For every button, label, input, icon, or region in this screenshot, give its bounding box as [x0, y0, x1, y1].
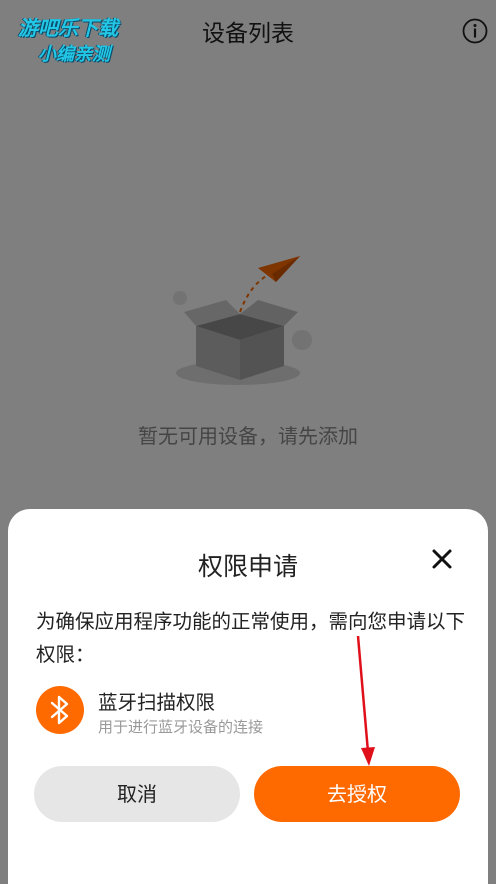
- watermark-line-2: 小编亲测: [38, 44, 110, 65]
- watermark-line-1: 游吧乐下载: [18, 16, 118, 40]
- permission-dialog: 权限申请 为确保应用程序功能的正常使用，需向您申请以下权限： 蓝牙扫描权限 用于…: [8, 509, 488, 884]
- permission-item-bluetooth: 蓝牙扫描权限 用于进行蓝牙设备的连接: [36, 684, 456, 740]
- bluetooth-icon: [36, 686, 84, 734]
- permission-name: 蓝牙扫描权限: [98, 691, 216, 714]
- permission-description: 用于进行蓝牙设备的连接: [98, 718, 264, 736]
- watermark-logo: 游吧乐下载 小编亲测: [10, 10, 150, 68]
- dialog-title: 权限申请: [197, 552, 298, 581]
- cancel-button[interactable]: 取消: [34, 766, 240, 822]
- dialog-description: 为确保应用程序功能的正常使用，需向您申请以下权限：: [36, 610, 466, 666]
- screen: 游吧乐下载 小编亲测 设备列表: [0, 0, 496, 884]
- close-icon[interactable]: [430, 547, 454, 571]
- authorize-button[interactable]: 去授权: [254, 766, 460, 822]
